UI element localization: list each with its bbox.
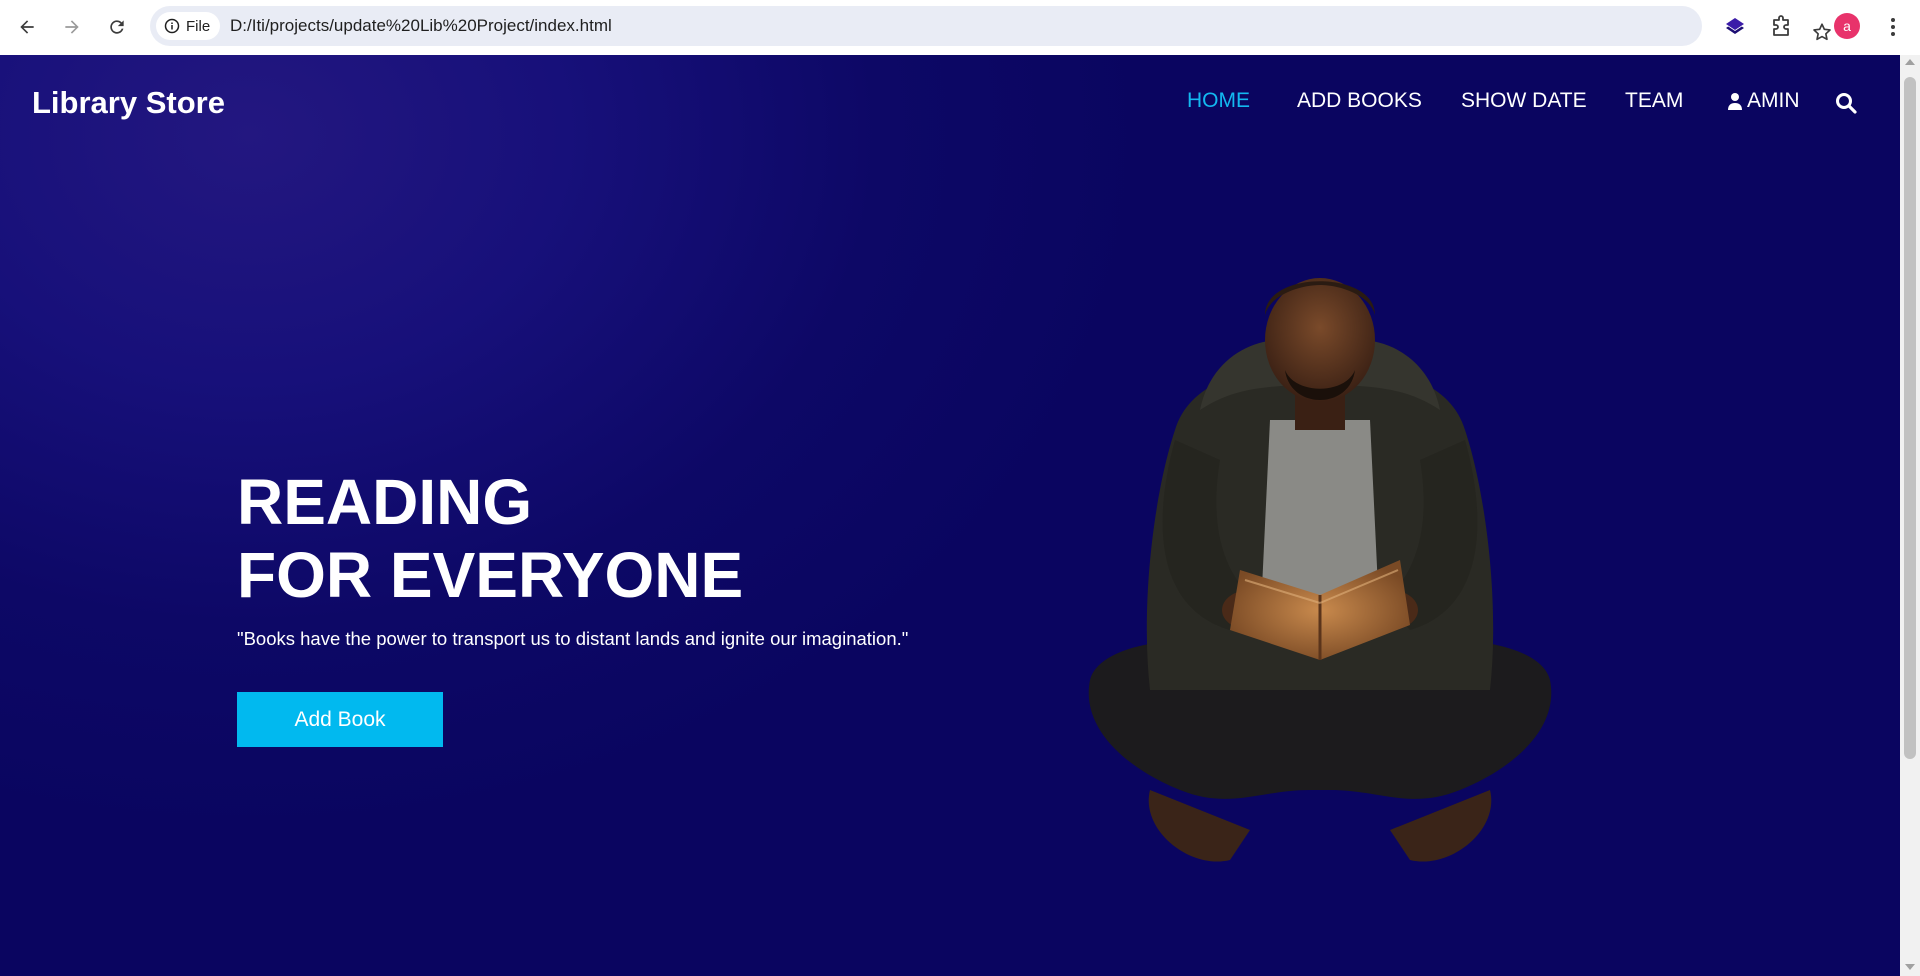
browser-toolbar: File D:/Iti/projects/update%20Lib%20Proj… xyxy=(0,0,1920,55)
hero-reading-man-image xyxy=(1088,278,1552,862)
nav-user-label: AMIN xyxy=(1747,89,1800,112)
add-book-button[interactable]: Add Book xyxy=(237,692,443,747)
forward-button[interactable] xyxy=(55,10,89,44)
scroll-thumb[interactable] xyxy=(1904,77,1916,759)
hero-quote: "Books have the power to transport us to… xyxy=(237,628,909,649)
reload-icon xyxy=(110,20,124,34)
nav-add-books-link[interactable]: ADD BOOKS xyxy=(1297,89,1422,113)
forward-icon xyxy=(65,20,79,34)
profile-avatar[interactable]: a xyxy=(1834,13,1860,39)
back-button[interactable] xyxy=(10,10,44,44)
url-text[interactable]: D:/Iti/projects/update%20Lib%20Project/i… xyxy=(230,6,612,46)
nav-home-link[interactable]: HOME xyxy=(1187,89,1250,113)
site-brand[interactable]: Library Store xyxy=(32,85,225,121)
search-icon xyxy=(1836,93,1857,114)
hero-title: READING FOR EVERYONE xyxy=(237,466,743,612)
nav-team-link[interactable]: TEAM xyxy=(1625,89,1683,113)
extension-layers-icon xyxy=(1726,18,1744,34)
extension-button[interactable] xyxy=(1720,12,1750,42)
nav-search-button[interactable] xyxy=(1835,92,1857,120)
page-content: Library Store HOME ADD BOOKS SHOW DATE T… xyxy=(0,55,1900,976)
hero-title-line2: FOR EVERYONE xyxy=(237,539,744,611)
nav-show-date-link[interactable]: SHOW DATE xyxy=(1461,89,1587,113)
site-chip-label: File xyxy=(186,17,211,35)
page-scrollbar[interactable] xyxy=(1900,55,1920,976)
address-bar[interactable]: File D:/Iti/projects/update%20Lib%20Proj… xyxy=(150,6,1831,46)
extensions-menu-button[interactable] xyxy=(1766,12,1796,42)
nav-user-link[interactable]: AMIN xyxy=(1727,89,1800,113)
scroll-up-icon[interactable] xyxy=(1905,59,1915,65)
reload-button[interactable] xyxy=(100,10,134,44)
info-icon xyxy=(164,18,180,34)
browser-menu-button[interactable] xyxy=(1880,12,1906,42)
bookmark-button[interactable] xyxy=(1807,17,1837,47)
star-icon xyxy=(1813,23,1831,41)
kebab-menu-icon xyxy=(1891,18,1895,36)
back-icon xyxy=(20,20,34,34)
puzzle-icon xyxy=(1773,15,1789,36)
user-icon xyxy=(1728,93,1742,110)
site-info-chip[interactable]: File xyxy=(156,12,221,40)
scroll-down-icon[interactable] xyxy=(1905,964,1915,970)
hero-title-line1: READING xyxy=(237,466,533,538)
